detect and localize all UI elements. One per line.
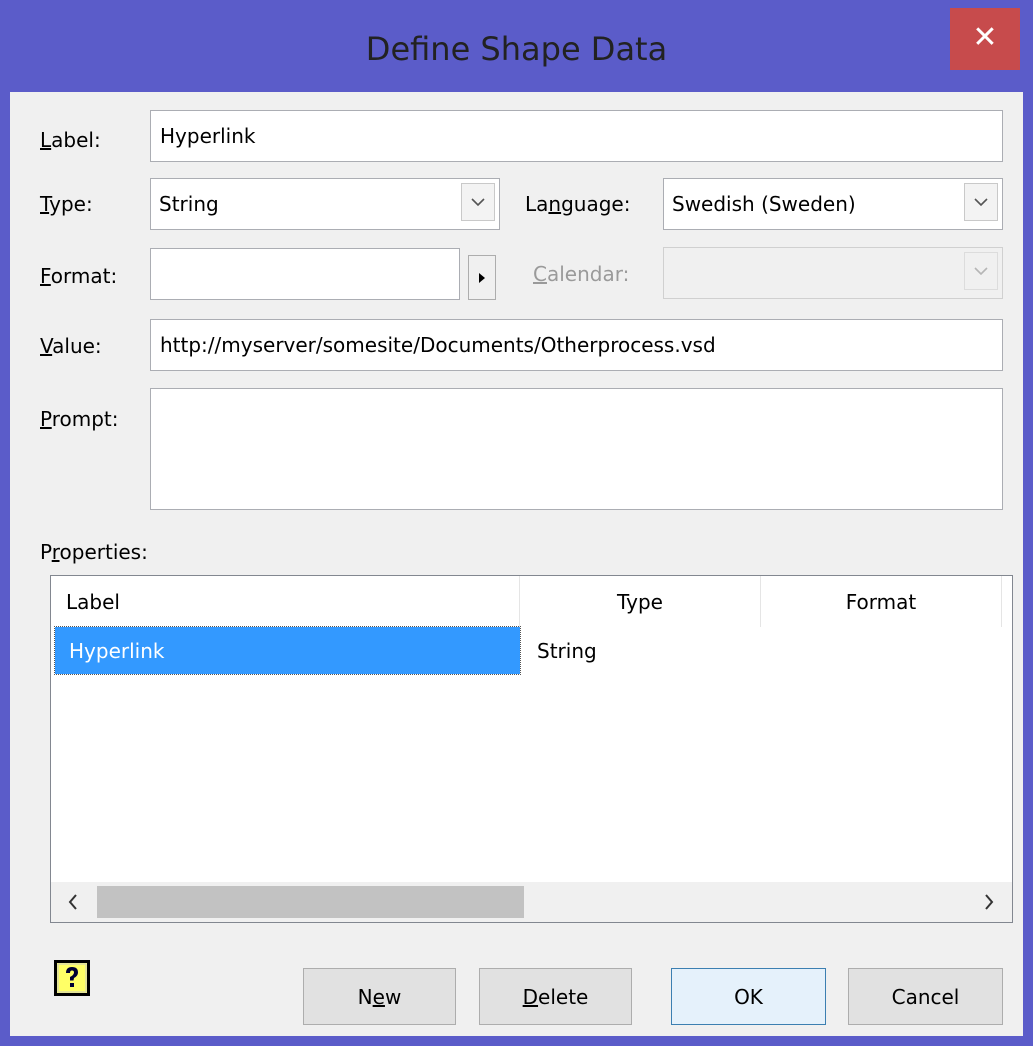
language-select-value: Swedish (Sweden) — [672, 192, 856, 216]
type-select-value: String — [159, 192, 219, 216]
value-input[interactable]: http://myserver/somesite/Documents/Other… — [150, 319, 1003, 371]
chevron-right-icon[interactable] — [969, 882, 1009, 922]
calendar-field-label: Calendar: — [533, 262, 630, 286]
language-field-label: Language: — [525, 192, 631, 216]
column-divider[interactable] — [1001, 576, 1002, 627]
table-row-type-cell[interactable]: String — [537, 627, 597, 674]
label-field-label: Label: — [40, 128, 101, 152]
type-select[interactable]: String — [150, 178, 500, 230]
format-field-label: Format: — [40, 264, 118, 288]
horizontal-scrollbar[interactable] — [51, 882, 1012, 922]
type-field-label: Type: — [40, 192, 93, 216]
format-input[interactable] — [150, 248, 460, 300]
title-bar[interactable]: Define Shape Data ✕ — [0, 0, 1033, 92]
dialog-client-area: Label: Hyperlink Type: String Language: … — [10, 92, 1023, 1036]
triangle-right-icon — [479, 272, 485, 283]
close-icon: ✕ — [972, 20, 998, 55]
column-header-label[interactable]: Label — [51, 576, 519, 627]
chevron-left-icon[interactable] — [53, 882, 93, 922]
new-button[interactable]: New — [303, 968, 456, 1025]
chevron-down-icon — [964, 252, 998, 290]
prompt-textarea[interactable] — [150, 388, 1003, 510]
ok-button[interactable]: OK — [671, 968, 826, 1025]
value-field-label: Value: — [40, 334, 102, 358]
prompt-field-label: Prompt: — [40, 407, 119, 431]
calendar-select — [663, 247, 1003, 299]
language-select[interactable]: Swedish (Sweden) — [663, 178, 1003, 230]
column-header-type[interactable]: Type — [520, 576, 760, 627]
properties-list[interactable]: Label Type Format Hyperlink String — [50, 575, 1013, 923]
chevron-down-icon[interactable] — [964, 183, 998, 221]
cancel-button[interactable]: Cancel — [848, 968, 1003, 1025]
properties-label: Properties: — [40, 540, 148, 564]
help-icon — [54, 960, 90, 996]
close-button[interactable]: ✕ — [950, 8, 1020, 70]
scrollbar-thumb[interactable] — [97, 886, 524, 918]
delete-button[interactable]: Delete — [479, 968, 632, 1025]
help-button[interactable] — [53, 959, 91, 997]
table-row-label-cell[interactable]: Hyperlink — [54, 626, 521, 675]
label-input[interactable]: Hyperlink — [150, 110, 1003, 162]
dialog-title: Define Shape Data — [365, 30, 668, 68]
format-picker-button[interactable] — [468, 255, 496, 300]
column-header-format[interactable]: Format — [761, 576, 1001, 627]
dialog-window: Define Shape Data ✕ Label: Hyperlink Typ… — [0, 0, 1033, 1046]
chevron-down-icon[interactable] — [461, 183, 495, 221]
